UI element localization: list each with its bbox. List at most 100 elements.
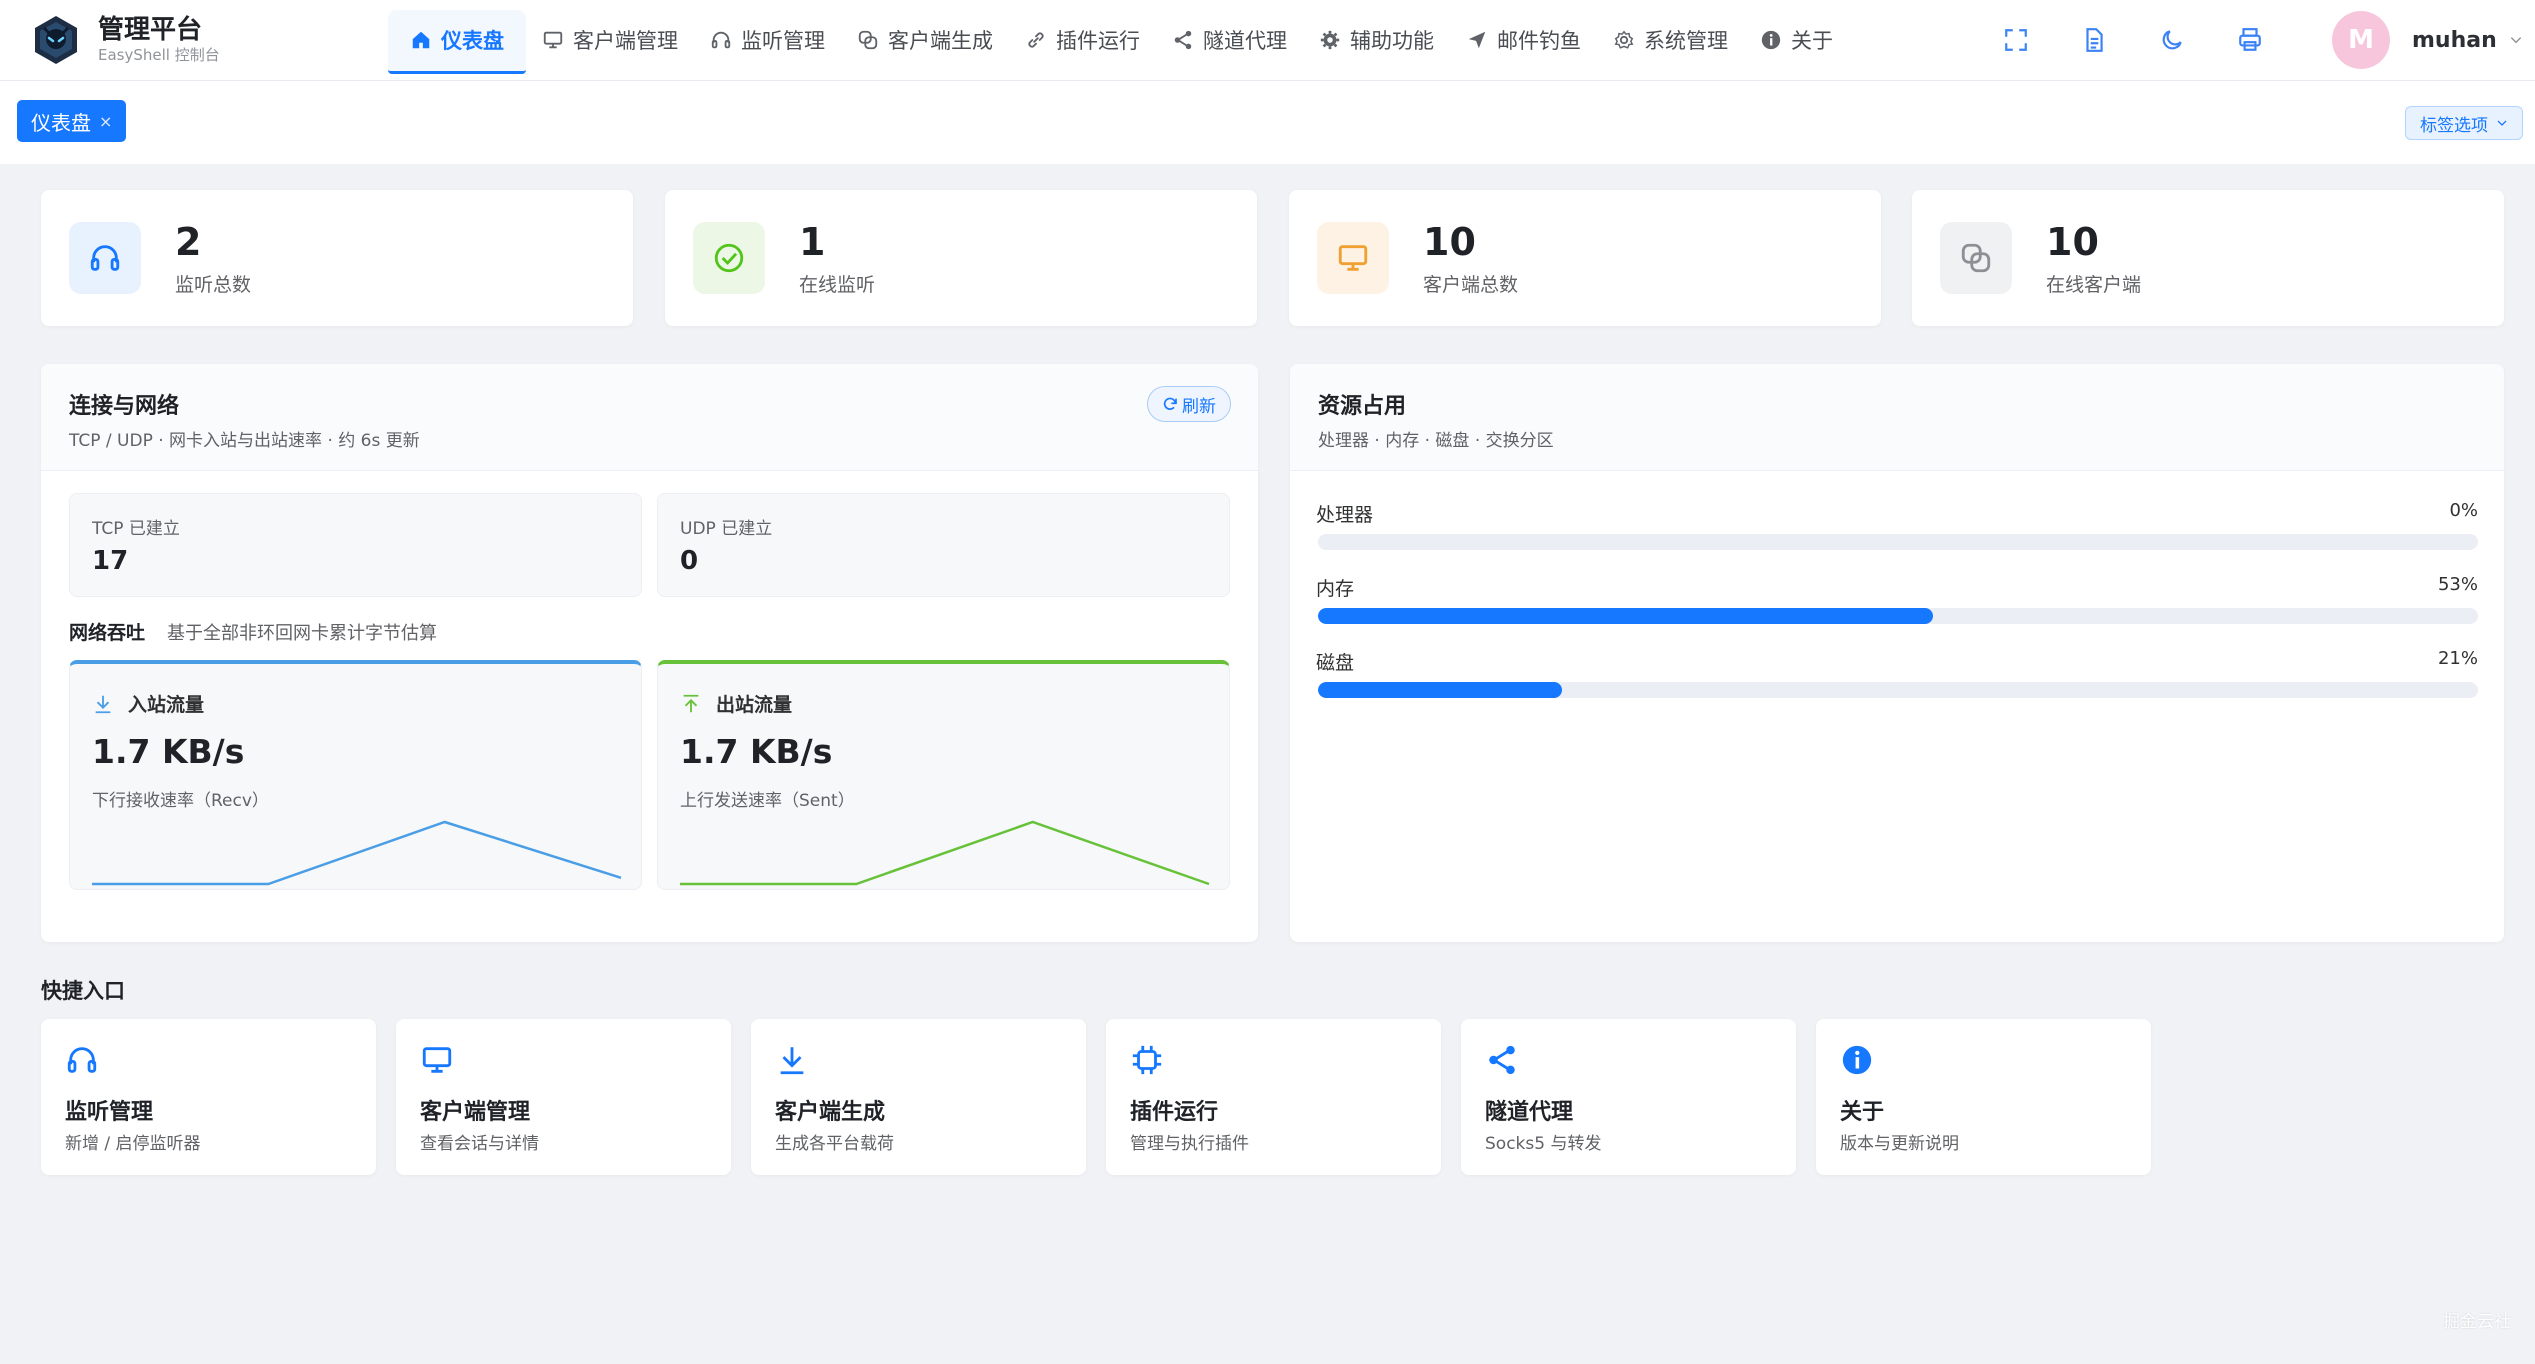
nav-label: 辅助功能 <box>1350 29 1434 53</box>
quick-entry-client-generate[interactable]: 客户端生成 生成各平台载荷 <box>751 1019 1086 1175</box>
chip-icon <box>1130 1043 1164 1077</box>
progress-track <box>1318 608 2478 624</box>
throughput-note: 基于全部非环回网卡累计字节估算 <box>167 623 437 644</box>
send-icon <box>1466 29 1488 51</box>
resource-panel: 资源占用 处理器 · 内存 · 磁盘 · 交换分区 <box>1290 364 2504 942</box>
nav-item-client-management[interactable]: 客户端管理 <box>526 10 694 70</box>
info-icon <box>1760 29 1782 51</box>
gear-icon <box>1319 29 1341 51</box>
watermark: 掘金云社 <box>2443 1312 2511 1332</box>
tcp-label: TCP 已建立 <box>92 519 180 539</box>
nav-label: 仪表盘 <box>441 29 504 53</box>
udp-value: 0 <box>680 546 699 576</box>
stat-card-clients-total: 10 客户端总数 <box>1289 190 1881 326</box>
nav-label: 邮件钓鱼 <box>1497 29 1581 53</box>
quick-entry-plugin-run[interactable]: 插件运行 管理与执行插件 <box>1106 1019 1441 1175</box>
fullscreen-icon[interactable] <box>2000 24 2032 56</box>
download-icon <box>775 1043 809 1077</box>
inbound-value: 1.7 KB/s <box>92 732 245 771</box>
avatar: M <box>2332 11 2390 69</box>
nav-item-system-management[interactable]: 系统管理 <box>1597 10 1744 70</box>
stat-label: 客户端总数 <box>1423 274 1519 296</box>
quick-entry-title-text: 客户端生成 <box>775 1100 886 1125</box>
chain-icon <box>1940 222 2012 294</box>
user-menu[interactable]: M muhan <box>2332 10 2523 70</box>
stat-value: 10 <box>1423 220 1476 264</box>
quick-entry-tunnel-proxy[interactable]: 隧道代理 Socks5 与转发 <box>1461 1019 1796 1175</box>
tab-label: 仪表盘 <box>31 110 91 135</box>
brand-logo-icon <box>30 14 82 66</box>
nav-item-about[interactable]: 关于 <box>1744 10 1849 70</box>
download-icon <box>92 693 114 715</box>
quick-entry-client-management[interactable]: 客户端管理 查看会话与详情 <box>396 1019 731 1175</box>
brand-title: 管理平台 <box>98 15 203 45</box>
quick-entry-desc: 管理与执行插件 <box>1130 1134 1249 1154</box>
nav-item-auxiliary[interactable]: 辅助功能 <box>1303 10 1450 70</box>
nav-item-client-generate[interactable]: 客户端生成 <box>841 10 1009 70</box>
nav-label: 监听管理 <box>741 29 825 53</box>
udp-established-card: UDP 已建立 0 <box>657 493 1230 597</box>
tab-bar: 仪表盘 × 标签选项 <box>0 81 2535 164</box>
resource-percent: 21% <box>2437 648 2478 669</box>
document-icon[interactable] <box>2078 24 2110 56</box>
quick-entry-desc: 新增 / 启停监听器 <box>65 1134 201 1154</box>
stat-label: 在线监听 <box>799 274 876 296</box>
nav-item-plugin-run[interactable]: 插件运行 <box>1009 10 1156 70</box>
inbound-sparkline <box>92 820 622 886</box>
quick-entry-about[interactable]: 关于 版本与更新说明 <box>1816 1019 2151 1175</box>
chain-icon <box>1025 29 1047 51</box>
tab-options-button[interactable]: 标签选项 <box>2405 106 2523 140</box>
quick-entry-title: 快捷入口 <box>41 979 125 1003</box>
refresh-button[interactable]: 刷新 <box>1147 386 1231 422</box>
progress-track <box>1318 534 2478 550</box>
quick-entry-title-text: 隧道代理 <box>1485 1100 1574 1125</box>
refresh-label: 刷新 <box>1182 396 1216 417</box>
check-circle-icon <box>693 222 765 294</box>
nav-item-email-phishing[interactable]: 邮件钓鱼 <box>1450 10 1597 70</box>
outbound-value: 1.7 KB/s <box>680 732 833 771</box>
settings-icon <box>1613 29 1635 51</box>
share-icon <box>1485 1043 1519 1077</box>
stat-label: 在线客户端 <box>2046 274 2142 296</box>
tcp-established-card: TCP 已建立 17 <box>69 493 642 597</box>
printer-icon[interactable] <box>2234 24 2266 56</box>
header-tools <box>2000 0 2312 80</box>
progress-track <box>1318 682 2478 698</box>
headset-icon <box>69 222 141 294</box>
nav-item-tunnel-proxy[interactable]: 隧道代理 <box>1156 10 1303 70</box>
link-icon <box>857 29 879 51</box>
quick-entry-title-text: 插件运行 <box>1130 1100 1219 1125</box>
moon-icon[interactable] <box>2156 24 2188 56</box>
chevron-down-icon <box>2496 117 2508 129</box>
nav-item-dashboard[interactable]: 仪表盘 <box>388 9 526 74</box>
nav-label: 关于 <box>1791 29 1833 53</box>
outbound-traffic-card: 出站流量 1.7 KB/s 上行发送速率（Sent） <box>657 660 1230 890</box>
stat-card-clients-online: 10 在线客户端 <box>1912 190 2504 326</box>
progress-fill <box>1318 608 1933 624</box>
brand[interactable]: 管理平台 EasyShell 控制台 <box>30 14 220 66</box>
nav-label: 隧道代理 <box>1203 29 1287 53</box>
upload-icon <box>680 693 702 715</box>
close-icon[interactable]: × <box>99 112 112 131</box>
resource-name: 处理器 <box>1316 504 1374 526</box>
refresh-icon <box>1162 396 1178 412</box>
main-nav: 仪表盘 客户端管理 监听管理 客户端生成 插件运行 隧道代理 辅助功能 邮件钓鱼… <box>388 0 1849 80</box>
outbound-desc: 上行发送速率（Sent） <box>680 791 855 811</box>
tab-options-label: 标签选项 <box>2420 115 2488 136</box>
stat-value: 1 <box>799 220 826 264</box>
nav-label: 客户端管理 <box>573 29 678 53</box>
chevron-down-icon <box>2509 33 2523 47</box>
headset-icon <box>710 29 732 51</box>
monitor-icon <box>542 29 564 51</box>
nav-item-listener-management[interactable]: 监听管理 <box>694 10 841 70</box>
home-icon <box>410 29 432 51</box>
stat-card-listeners-total: 2 监听总数 <box>41 190 633 326</box>
quick-entry-desc: 生成各平台载荷 <box>775 1134 894 1154</box>
resource-percent: 0% <box>2449 500 2478 521</box>
tab-dashboard[interactable]: 仪表盘 × <box>17 100 127 142</box>
quick-entry-desc: 查看会话与详情 <box>420 1134 539 1154</box>
username: muhan <box>2412 27 2497 53</box>
quick-entry-listener-management[interactable]: 监听管理 新增 / 启停监听器 <box>41 1019 376 1175</box>
nav-label: 系统管理 <box>1644 29 1728 53</box>
outbound-title: 出站流量 <box>716 694 793 716</box>
